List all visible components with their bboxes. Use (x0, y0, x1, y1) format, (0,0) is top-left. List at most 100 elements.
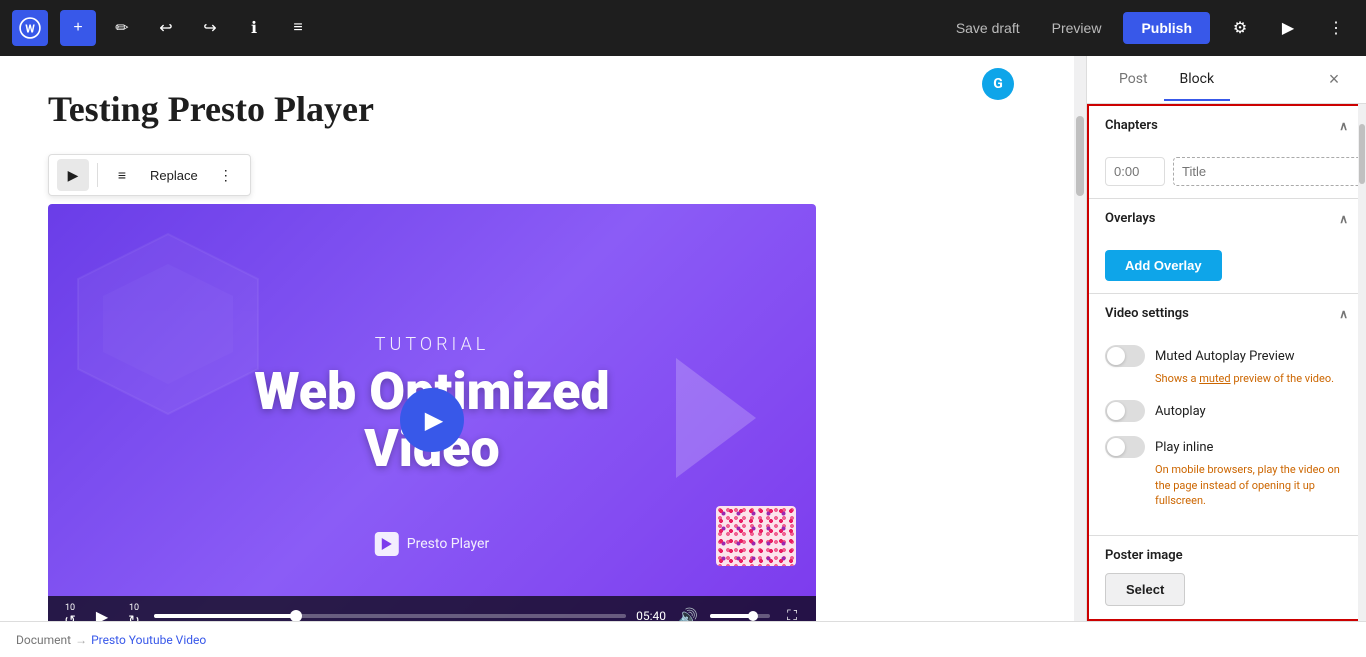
poster-image-section: Poster image Select (1089, 536, 1364, 618)
block-align-button[interactable]: ≡ (106, 159, 138, 191)
autoplay-row: Autoplay (1105, 400, 1348, 422)
sidebar-scrollbar-thumb (1359, 124, 1365, 184)
breadcrumb-document[interactable]: Document (16, 633, 71, 647)
add-overlay-button[interactable]: Add Overlay (1105, 250, 1222, 281)
overlays-toggle-icon: ∧ (1339, 212, 1348, 226)
muted-autoplay-row: Muted Autoplay Preview (1105, 345, 1348, 367)
volume-dot (748, 611, 758, 621)
play-inline-toggle[interactable] (1105, 436, 1145, 458)
fullscreen-icon: ⛶ (787, 608, 797, 621)
ellipsis-icon: ⋮ (1328, 18, 1344, 38)
sidebar-scrollbar[interactable] (1358, 104, 1366, 621)
play-icon: ▶ (425, 406, 443, 434)
plus-icon: + (73, 19, 82, 37)
muted-autoplay-desc: Shows a muted preview of the video. (1155, 371, 1348, 386)
chapter-title-input[interactable] (1173, 157, 1366, 186)
info-button[interactable]: ℹ (236, 10, 272, 46)
block-ellipsis-icon: ⋮ (219, 167, 233, 184)
video-play-button[interactable]: ▶ (400, 388, 464, 452)
redo-button[interactable]: ↪ (192, 10, 228, 46)
settings-button[interactable]: ⚙ (1222, 10, 1258, 46)
progress-dot (290, 610, 302, 621)
play-inline-desc: On mobile browsers, play the video on th… (1155, 462, 1348, 508)
tools-icon: ▶ (1282, 18, 1294, 38)
video-settings-toggle-icon: ∧ (1339, 307, 1348, 321)
list-view-button[interactable]: ≡ (280, 10, 316, 46)
block-video-type-button[interactable]: ▶ (57, 159, 89, 191)
tools-button[interactable]: ▶ (1270, 10, 1306, 46)
toolbar-right: Save draft Preview Publish ⚙ ▶ ⋮ (946, 10, 1354, 46)
wp-logo-icon: W (19, 17, 41, 39)
chapters-section-body: + (1089, 145, 1364, 198)
block-more-button[interactable]: ⋮ (210, 159, 242, 191)
tab-post[interactable]: Post (1103, 59, 1164, 101)
overlays-section-body: Add Overlay (1089, 238, 1364, 293)
fullscreen-button[interactable]: ⛶ (780, 604, 804, 621)
scrollbar-thumb (1076, 116, 1084, 196)
align-icon: ≡ (118, 167, 126, 183)
video-settings-body: Muted Autoplay Preview Shows a muted pre… (1089, 333, 1364, 535)
video-settings-section: Video settings ∧ Muted Autoplay Preview (1089, 294, 1364, 536)
breadcrumb-page[interactable]: Presto Youtube Video (91, 633, 206, 647)
video-tutorial-label: TUTORIAL (240, 334, 624, 355)
chapters-section-header[interactable]: Chapters ∧ (1089, 106, 1364, 145)
play-inline-setting: Play inline On mobile browsers, play the… (1105, 436, 1348, 508)
editor-area: G Testing Presto Player ▶ ≡ Replace ⋮ (0, 56, 1074, 621)
add-block-toolbar-button[interactable]: + (60, 10, 96, 46)
replace-button[interactable]: Replace (142, 164, 206, 187)
tab-block[interactable]: Block (1164, 59, 1231, 101)
chapters-section: Chapters ∧ + (1089, 106, 1364, 199)
chapter-time-input[interactable] (1105, 157, 1165, 186)
wp-logo[interactable]: W (12, 10, 48, 46)
poster-select-button[interactable]: Select (1105, 573, 1185, 606)
muted-autoplay-label: Muted Autoplay Preview (1155, 349, 1295, 364)
forward-icon: 10 (129, 603, 139, 613)
overlays-label: Overlays (1105, 211, 1155, 226)
autoplay-label: Autoplay (1155, 404, 1206, 419)
video-thumbnail-preview (716, 506, 796, 566)
toolbar-divider (97, 163, 98, 187)
autoplay-toggle[interactable] (1105, 400, 1145, 422)
svg-text:W: W (25, 22, 35, 35)
rewind-icon: 10 (65, 603, 75, 613)
redo-icon: ↪ (203, 18, 216, 38)
sidebar-close-button[interactable]: × (1318, 64, 1350, 96)
chapters-label: Chapters (1105, 118, 1158, 133)
overlays-section: Overlays ∧ Add Overlay (1089, 199, 1364, 294)
undo-button[interactable]: ↩ (148, 10, 184, 46)
video-player[interactable]: TUTORIAL Web Optimized Video ▶ Presto Pl… (48, 204, 816, 621)
volume-icon: 🔊 (678, 607, 698, 622)
rewind-button[interactable]: 10 ↺ (60, 604, 80, 621)
autoplay-toggle-knob (1107, 402, 1125, 420)
list-view-icon: ≡ (293, 19, 302, 37)
volume-bar[interactable] (710, 614, 770, 618)
right-sidebar: Post Block × Chapters ∧ + (1086, 56, 1366, 621)
forward-button[interactable]: 10 ↻ (124, 604, 144, 621)
main-area: G Testing Presto Player ▶ ≡ Replace ⋮ (0, 56, 1366, 621)
video-settings-header[interactable]: Video settings ∧ (1089, 294, 1364, 333)
sidebar-tabs: Post Block × (1087, 56, 1366, 104)
bg-shape-icon (68, 224, 268, 424)
settings-icon: ⚙ (1233, 18, 1247, 38)
muted-autoplay-toggle[interactable] (1105, 345, 1145, 367)
more-options-button[interactable]: ⋮ (1318, 10, 1354, 46)
main-toolbar: W + ✏ ↩ ↪ ℹ ≡ Save draft Preview Publish… (0, 0, 1366, 56)
toggle-knob (1107, 347, 1125, 365)
block-toolbar: ▶ ≡ Replace ⋮ (48, 154, 251, 196)
publish-button[interactable]: Publish (1123, 12, 1210, 44)
play-pause-button[interactable]: ▶ (90, 604, 114, 621)
overlays-section-header[interactable]: Overlays ∧ (1089, 199, 1364, 238)
progress-bar[interactable] (154, 614, 626, 618)
preview-button[interactable]: Preview (1042, 14, 1112, 42)
autoplay-setting: Autoplay (1105, 400, 1348, 422)
edit-button[interactable]: ✏ (104, 10, 140, 46)
thumbnail-image (716, 506, 796, 566)
sidebar-content: Chapters ∧ + Overlays ∧ (1087, 104, 1366, 621)
video-controls: 10 ↺ ▶ 10 ↻ 05:40 🔊 (48, 596, 816, 621)
video-block-icon: ▶ (68, 167, 79, 184)
breadcrumb-arrow: → (75, 633, 87, 647)
editor-scrollbar[interactable] (1074, 56, 1086, 621)
save-draft-button[interactable]: Save draft (946, 14, 1030, 42)
volume-button[interactable]: 🔊 (676, 604, 700, 621)
post-title: Testing Presto Player (48, 88, 1026, 130)
